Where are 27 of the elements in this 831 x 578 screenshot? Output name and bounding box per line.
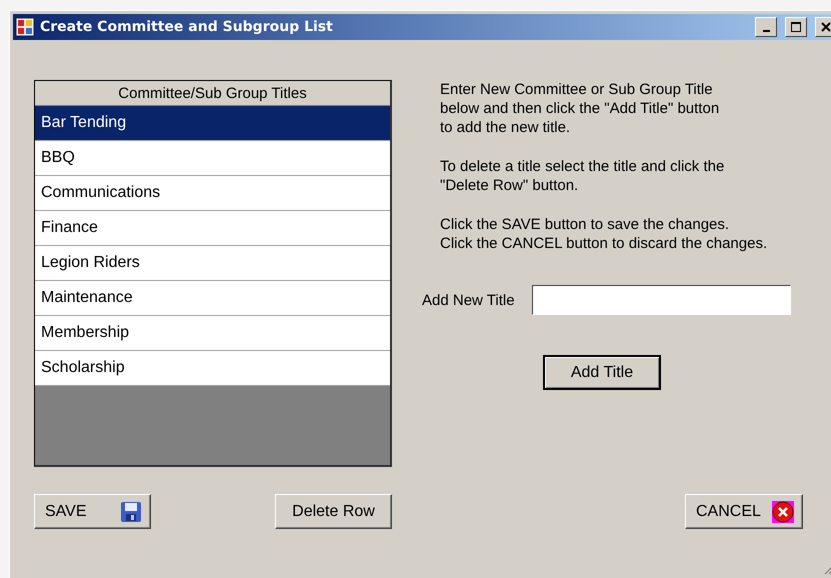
grid-row[interactable]: Finance — [35, 211, 390, 246]
title-input-field[interactable] — [532, 285, 791, 315]
cancel-button[interactable]: CANCEL — [685, 494, 803, 529]
close-button[interactable] — [815, 17, 831, 37]
app-icon — [16, 18, 34, 36]
grid-row[interactable]: Bar Tending — [35, 106, 390, 141]
window-title: Create Committee and Subgroup List — [40, 19, 334, 35]
grid-row[interactable]: BBQ — [35, 141, 390, 176]
close-icon — [821, 22, 831, 32]
cancel-icon — [772, 500, 794, 522]
save-button[interactable]: SAVE — [34, 494, 151, 529]
instruction-text: To delete a title select the title and click the "Delete Row" button. — [440, 157, 726, 195]
grid-row[interactable]: Maintenance — [35, 281, 390, 316]
minimize-button[interactable] — [755, 17, 777, 37]
maximize-button[interactable] — [785, 17, 807, 37]
minimize-icon — [762, 30, 770, 32]
instruction-text: Click the SAVE button to save the changes. Click the CANCEL button to discard the changes. — [440, 215, 768, 253]
add-title-button[interactable]: Add Title — [543, 355, 661, 390]
column-header: Committee/Sub Group Titles — [35, 81, 390, 106]
maximize-icon — [790, 21, 802, 33]
field-label: Add New Title — [422, 292, 515, 308]
instruction-text: Enter New Committee or Sub Group Title below and then click the "Add Title" button to add the new title. — [440, 80, 720, 137]
grid-row[interactable]: Membership — [35, 316, 390, 351]
grid-row[interactable]: Communications — [35, 176, 390, 211]
grid-row[interactable]: Scholarship — [35, 351, 390, 386]
delete-button[interactable]: Delete Row — [275, 494, 392, 529]
grid-row[interactable]: Legion Riders — [35, 246, 390, 281]
